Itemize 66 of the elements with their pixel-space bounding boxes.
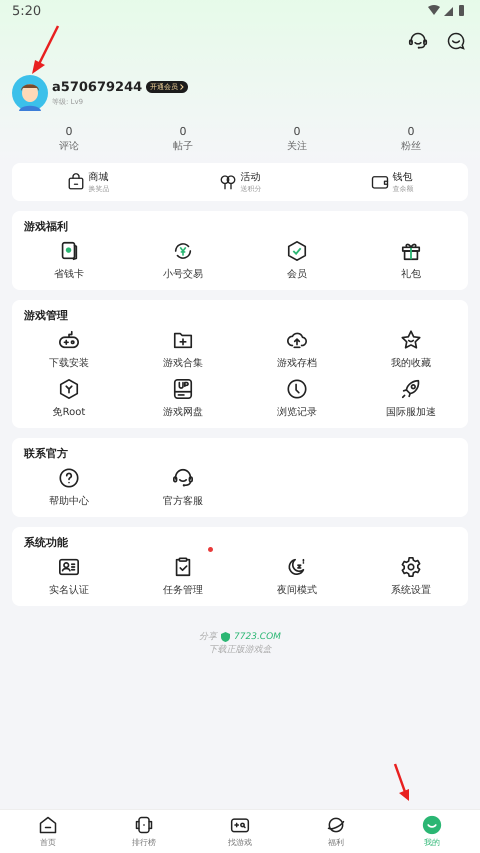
status-time: 5:20 — [12, 4, 42, 18]
menu-item[interactable]: 实名认证 — [49, 583, 89, 597]
menu-item[interactable]: 官方客服 — [163, 494, 203, 508]
balloons-icon[interactable] — [218, 173, 236, 191]
help-icon[interactable] — [58, 467, 80, 489]
home-icon — [38, 815, 58, 835]
menu-item[interactable]: 游戏网盘 — [163, 405, 203, 419]
hexagon-y-icon[interactable] — [58, 378, 80, 400]
menu-item[interactable]: 夜间模式 — [277, 583, 317, 597]
avatar[interactable] — [12, 75, 48, 111]
section-title: 游戏福利 — [23, 219, 69, 234]
menu-item[interactable]: 我的收藏 — [391, 356, 431, 370]
planet-icon — [326, 815, 346, 835]
shortcut-title[interactable]: 活动 — [240, 170, 262, 184]
disk-up-icon[interactable] — [172, 378, 194, 400]
stat-count[interactable]: 0 — [66, 125, 72, 138]
shortcut-title[interactable]: 商城 — [88, 170, 110, 184]
menu-item[interactable]: 帮助中心 — [49, 494, 89, 508]
menu-item[interactable]: 下载安装 — [49, 356, 89, 370]
clock-icon[interactable] — [286, 378, 308, 400]
nav-tab[interactable]: 首页 — [0, 810, 96, 853]
stat-count[interactable]: 0 — [294, 125, 300, 138]
menu-item[interactable]: 会员 — [287, 267, 307, 281]
smile-icon — [422, 815, 442, 835]
section-title: 系统功能 — [23, 535, 69, 550]
wallet-icon[interactable] — [370, 173, 388, 191]
menu-item[interactable]: 免Root — [52, 405, 86, 419]
star-face-icon[interactable] — [400, 329, 422, 351]
section-title: 联系官方 — [22, 446, 69, 461]
rocket-icon[interactable] — [400, 378, 422, 400]
menu-item[interactable]: 系统设置 — [391, 583, 431, 597]
menu-item[interactable]: 游戏合集 — [163, 356, 203, 370]
nav-tab[interactable]: 排行榜 — [96, 810, 192, 853]
menu-item[interactable]: 礼包 — [401, 267, 421, 281]
menu-item[interactable]: 小号交易 — [163, 267, 203, 281]
headset-icon[interactable] — [172, 467, 194, 489]
site-name: 7723.COM — [234, 632, 281, 642]
menu-item[interactable]: 任务管理 — [163, 583, 203, 597]
footer-slogan: 下载正版游戏盒 — [208, 644, 272, 656]
menu-item[interactable]: 浏览记录 — [277, 405, 317, 419]
hexagon-check-icon[interactable] — [286, 240, 308, 262]
menu-item[interactable]: 游戏存档 — [277, 356, 317, 370]
id-card-icon[interactable] — [58, 556, 80, 578]
phone-icon — [134, 815, 154, 835]
menu-item[interactable]: 国际服加速 — [386, 405, 436, 419]
stat-label[interactable]: 粉丝 — [401, 139, 421, 153]
settings-icon[interactable] — [400, 556, 422, 578]
nav-tab[interactable]: 找游戏 — [192, 810, 288, 853]
annotation-arrow — [30, 24, 60, 76]
headset-icon[interactable] — [408, 31, 428, 51]
stat-label[interactable]: 帖子 — [173, 139, 193, 153]
shield-icon — [221, 632, 230, 642]
username: a570679244 — [52, 80, 142, 94]
share-label: 分享 — [199, 630, 218, 643]
stat-count[interactable]: 0 — [408, 125, 414, 138]
stat-count[interactable]: 0 — [180, 125, 186, 138]
nav-tab[interactable]: 福利 — [288, 810, 384, 853]
stat-label[interactable]: 评论 — [59, 139, 79, 153]
section-title: 游戏管理 — [23, 308, 69, 323]
gamepad-icon[interactable] — [58, 329, 80, 351]
stat-label[interactable]: 关注 — [287, 139, 307, 153]
shortcut-title[interactable]: 钱包 — [392, 170, 414, 184]
yuan-exchange-icon[interactable] — [172, 240, 194, 262]
bag-icon[interactable] — [66, 173, 84, 191]
menu-item[interactable]: 省钱卡 — [54, 267, 84, 281]
message-icon[interactable] — [446, 31, 466, 51]
